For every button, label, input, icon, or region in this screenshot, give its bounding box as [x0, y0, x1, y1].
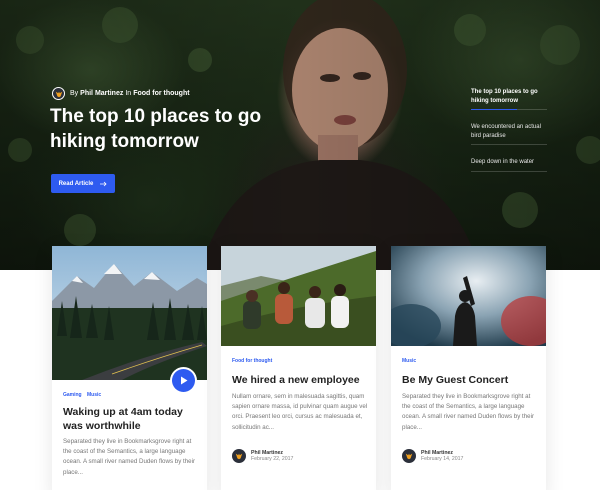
author-avatar [232, 449, 246, 463]
author-avatar [402, 449, 416, 463]
fox-logo-icon [235, 453, 243, 460]
arrow-right-icon [100, 181, 107, 186]
slide-nav-item[interactable]: Deep down in the water [471, 158, 547, 172]
post-image-friends[interactable] [221, 246, 376, 346]
post-date: February 14, 2017 [421, 456, 464, 462]
category-tag[interactable]: Music [87, 392, 101, 398]
fox-logo-icon [405, 453, 413, 460]
post-card[interactable]: Food for thought We hired a new employee… [221, 246, 376, 490]
byline-in: In [125, 90, 132, 97]
post-categories: Food for thought [232, 358, 276, 364]
post-card[interactable]: Gaming Music Waking up at 4am today was … [52, 246, 207, 490]
post-image-mountains[interactable] [52, 246, 207, 380]
hero-banner: By Phil Martinez In Food for thought The… [0, 0, 600, 270]
post-author[interactable]: Phil Martinez February 14, 2017 [402, 449, 463, 463]
play-video-button[interactable] [172, 369, 195, 392]
hero-slide-nav: The top 10 places to go hiking tomorrow … [471, 88, 547, 185]
hero-title[interactable]: The top 10 places to go hiking tomorrow [50, 104, 290, 154]
post-image-concert[interactable] [391, 246, 546, 346]
slide-nav-item[interactable]: The top 10 places to go hiking tomorrow [471, 88, 547, 110]
post-title[interactable]: Waking up at 4am today was worthwhile [63, 405, 201, 433]
play-icon [180, 376, 187, 385]
category-tag[interactable]: Food for thought [232, 358, 272, 364]
post-title[interactable]: Be My Guest Concert [402, 373, 540, 387]
post-categories: Gaming Music [63, 392, 105, 398]
mountain-road-image [52, 246, 207, 380]
post-excerpt: Separated they live in Bookmarksgrove ri… [63, 438, 196, 476]
friends-hill-image [221, 246, 376, 346]
fox-logo-icon [55, 91, 62, 97]
post-excerpt: Nullam ornare, sem in malesuada sagittis… [232, 393, 368, 431]
read-article-button[interactable]: Read Article [51, 174, 115, 193]
category-tag[interactable]: Music [402, 358, 416, 364]
post-card[interactable]: Music Be My Guest Concert Separated they… [391, 246, 546, 490]
post-title[interactable]: We hired a new employee [232, 373, 370, 387]
byline-author-link[interactable]: Phil Martinez [80, 90, 123, 97]
hero-byline: By Phil Martinez In Food for thought [52, 87, 192, 100]
read-article-label: Read Article [58, 180, 94, 187]
post-author[interactable]: Phil Martinez February 22, 2017 [232, 449, 293, 463]
post-categories: Music [402, 358, 420, 364]
category-tag[interactable]: Gaming [63, 392, 82, 398]
author-avatar[interactable] [52, 87, 65, 100]
byline-prefix: By [70, 90, 79, 97]
concert-image [391, 246, 546, 346]
byline-category-link[interactable]: Food for thought [133, 90, 189, 97]
post-excerpt: Separated they live in Bookmarksgrove ri… [402, 393, 535, 431]
post-date: February 22, 2017 [251, 456, 294, 462]
slide-nav-item[interactable]: We encountered an actual bird paradise [471, 123, 547, 145]
